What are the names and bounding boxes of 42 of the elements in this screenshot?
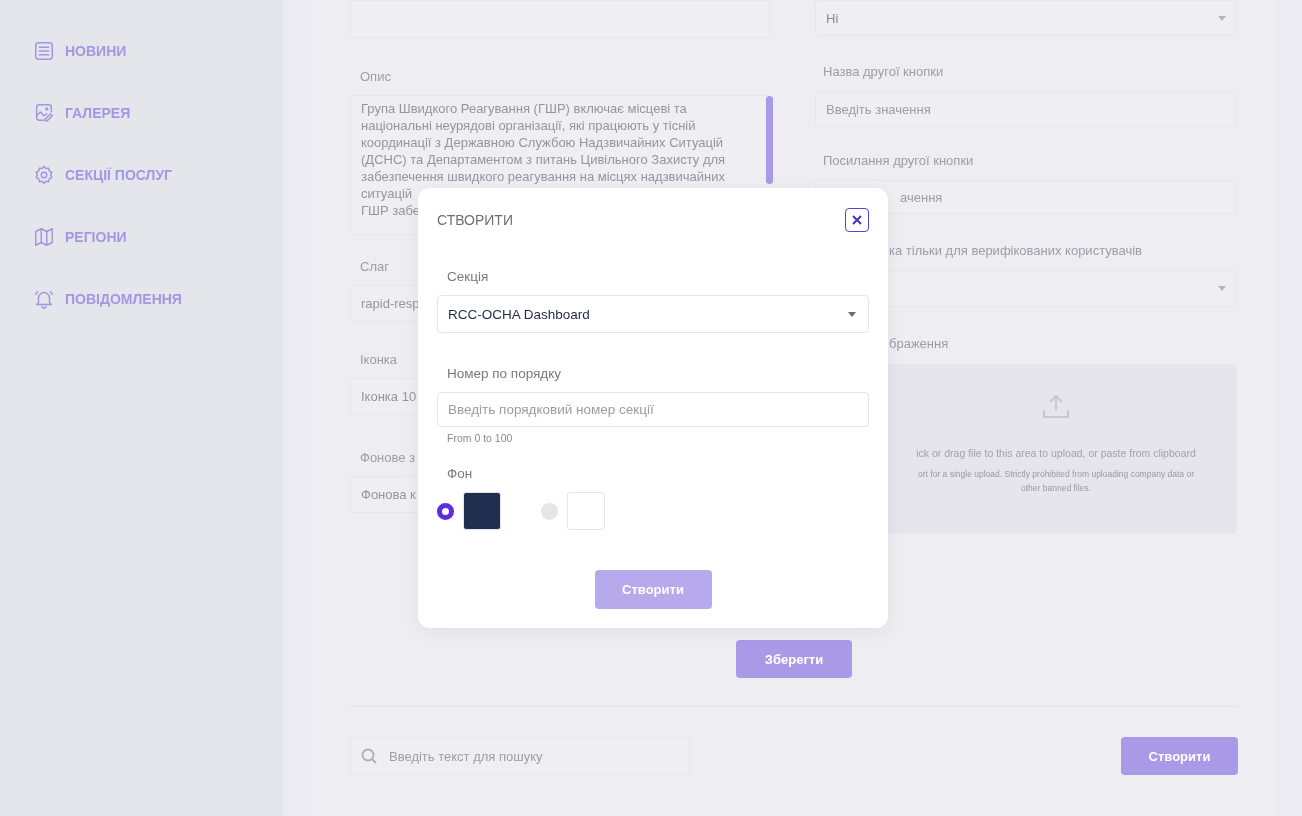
close-icon	[852, 215, 862, 225]
field-label: Опис	[359, 69, 392, 86]
save-button[interactable]: Зберегти	[736, 640, 852, 678]
search-field[interactable]: Введіть текст для пошуку	[350, 737, 690, 775]
select-field[interactable]: Ні	[815, 0, 1237, 36]
sidebar-item[interactable]: СЕКЦІЇ ПОСЛУГ	[33, 154, 283, 216]
radio-button[interactable]	[437, 502, 454, 520]
field-label: Іконка	[359, 352, 399, 369]
field-label: Посилання другої кнопки	[822, 153, 975, 170]
help-text: From 0 to 100	[446, 432, 514, 444]
news-icon	[33, 40, 55, 62]
sidebar-item[interactable]: ПОВІДОМЛЕННЯ	[33, 278, 283, 340]
scrollbar-thumb[interactable]	[766, 96, 773, 184]
caret-icon	[1218, 286, 1226, 291]
map-icon	[33, 226, 55, 248]
field-label: Секція	[446, 269, 490, 284]
field-label: Номер по порядку	[446, 366, 563, 381]
sidebar-item[interactable]: НОВИНИ	[33, 30, 283, 92]
caret-icon	[848, 311, 856, 317]
field-label: браження	[888, 336, 950, 353]
section-select[interactable]: RCC-OCHA Dashboard	[437, 295, 869, 333]
create-button[interactable]: Створити	[1121, 737, 1238, 775]
sidebar-item[interactable]: РЕГІОНИ	[33, 216, 283, 278]
input-field[interactable]: Введіть значення	[815, 91, 1237, 127]
bell-icon	[33, 288, 55, 310]
settings-icon	[33, 164, 55, 186]
field-label: Фон	[446, 466, 474, 481]
upload-icon	[1042, 393, 1070, 419]
field-label: Слаг	[359, 259, 390, 276]
radio-button[interactable]	[541, 502, 558, 520]
sidebar-item[interactable]: ГАЛЕРЕЯ	[33, 92, 283, 154]
field-label: Фонове з	[359, 450, 417, 467]
modal-title: СТВОРИТИ	[437, 212, 513, 228]
caret-icon	[1218, 15, 1226, 21]
order-input[interactable]: Введіть порядковий номер секції	[437, 392, 869, 427]
search-icon	[361, 748, 377, 764]
gallery-icon	[33, 102, 55, 124]
color-swatch[interactable]	[567, 492, 605, 530]
field-label: Назва другої кнопки	[822, 64, 945, 81]
field-label: ка тільки для верифікованих користувачів	[888, 243, 1143, 260]
close-button[interactable]	[845, 208, 869, 232]
color-swatch[interactable]	[463, 492, 501, 530]
